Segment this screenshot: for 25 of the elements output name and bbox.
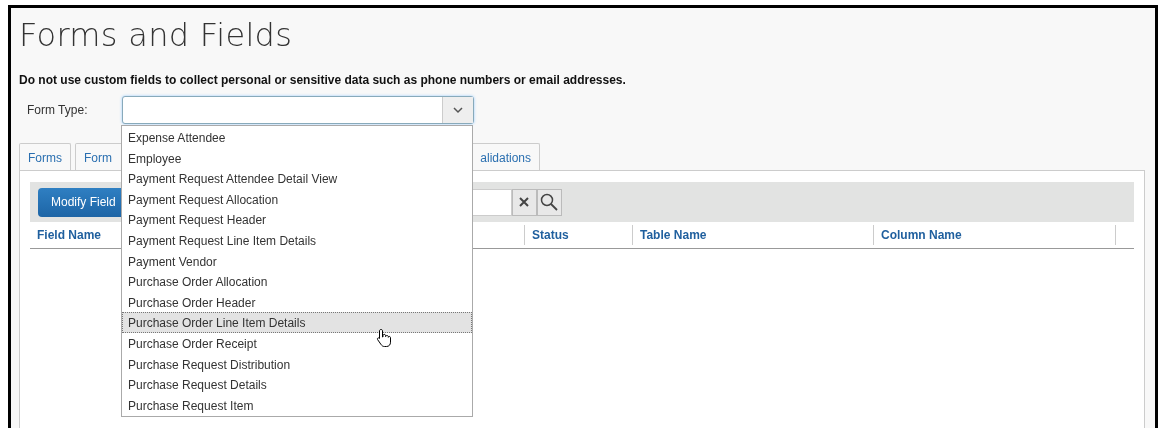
dropdown-option[interactable]: Purchase Request Details bbox=[122, 374, 472, 395]
dropdown-option[interactable]: Purchase Request Item bbox=[122, 394, 472, 416]
dropdown-option[interactable]: Purchase Order Line Item Details bbox=[122, 312, 472, 333]
dropdown-option[interactable]: Payment Request Attendee Detail View bbox=[122, 168, 472, 189]
hand-cursor-icon bbox=[376, 328, 392, 348]
dropdown-option[interactable]: Employee bbox=[122, 147, 472, 169]
notice-text: Do not use custom fields to collect personal or sensitive data such as phone numbers or email addresses. bbox=[19, 73, 626, 87]
search-icon bbox=[540, 193, 559, 211]
dropdown-option[interactable]: Payment Request Line Item Details bbox=[122, 229, 472, 251]
column-header[interactable]: Table Name bbox=[632, 225, 873, 245]
dropdown-option[interactable]: Purchase Order Receipt bbox=[122, 332, 472, 354]
dropdown-option[interactable]: Purchase Order Header bbox=[122, 291, 472, 313]
dropdown-option[interactable]: Expense Attendee bbox=[122, 127, 472, 148]
dropdown-option[interactable]: Purchase Request Distribution bbox=[122, 353, 472, 375]
column-header[interactable]: Status bbox=[524, 225, 632, 245]
form-type-label: Form Type: bbox=[26, 103, 89, 117]
chevron-down-icon bbox=[453, 106, 463, 114]
column-header[interactable]: Column Name bbox=[873, 225, 1115, 245]
dropdown-option[interactable]: Purchase Order Allocation bbox=[122, 271, 472, 292]
tab[interactable]: Forms bbox=[19, 143, 71, 170]
close-icon bbox=[519, 197, 530, 207]
clear-button[interactable] bbox=[511, 188, 537, 216]
dropdown-option[interactable]: Payment Vendor bbox=[122, 250, 472, 272]
search-button[interactable] bbox=[536, 188, 562, 216]
page-title: Forms and Fields bbox=[19, 16, 293, 54]
